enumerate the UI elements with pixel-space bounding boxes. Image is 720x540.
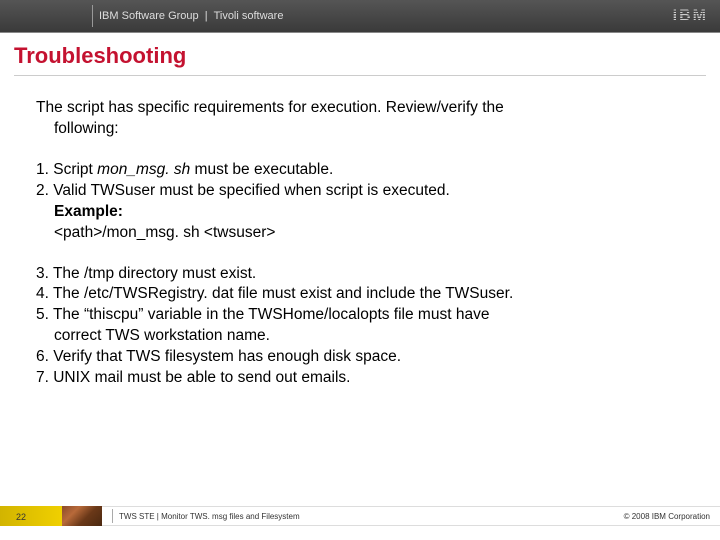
req-5b: correct TWS workstation name. [36,326,684,347]
footer-accent-image [62,506,102,526]
footer-bar: TWS STE | Monitor TWS. msg files and Fil… [0,506,720,526]
content-body: The script has specific requirements for… [0,80,720,389]
req-1-script: mon_msg. sh [97,161,194,178]
req-5a: 5. The “thiscpu” variable in the TWSHome… [36,305,684,326]
ibm-logo-icon: IBM [673,7,708,25]
req-2-example-label: Example: [36,202,684,223]
ibm-logo-text: IBM [673,7,708,25]
footer-copyright: © 2008 IBM Corporation [624,512,710,521]
title-section: Troubleshooting [0,32,720,80]
header-product: Tivoli software [214,10,284,22]
header-bar: IBM Software Group | Tivoli software IBM [0,0,720,32]
req-4: 4. The /etc/TWSRegistry. dat file must e… [36,284,684,305]
req-1-a: 1. Script [36,161,97,178]
footer-left: TWS STE | Monitor TWS. msg files and Fil… [112,509,300,523]
intro-line1: The script has specific requirements for… [36,98,684,119]
header-divider [92,5,93,27]
footer-left-text: TWS STE | Monitor TWS. msg files and Fil… [119,512,300,521]
footer: 22 TWS STE | Monitor TWS. msg files and … [0,494,720,540]
header-left: IBM Software Group | Tivoli software [0,0,283,32]
req-2: 2. Valid TWSuser must be specified when … [36,181,684,202]
intro-line2: following: [36,119,684,140]
header-group-text: IBM Software Group | Tivoli software [99,10,283,22]
intro-paragraph: The script has specific requirements for… [36,98,684,140]
req-1-c: must be executable. [195,161,334,178]
page-number: 22 [16,512,26,522]
req-3: 3. The /tmp directory must exist. [36,264,684,285]
footer-info: TWS STE | Monitor TWS. msg files and Fil… [102,506,720,526]
header-group: IBM Software Group [99,10,199,22]
title-underline [14,75,706,76]
footer-accent-yellow [0,506,62,526]
page-title: Troubleshooting [14,43,706,69]
req-2-example-cmd: <path>/mon_msg. sh <twsuser> [36,223,684,244]
header-sep: | [205,10,208,22]
req-6: 6. Verify that TWS filesystem has enough… [36,347,684,368]
requirements-block-2: 3. The /tmp directory must exist. 4. The… [36,264,684,390]
requirements-block-1: 1. Script mon_msg. sh must be executable… [36,160,684,244]
footer-left-divider [112,509,113,523]
req-1: 1. Script mon_msg. sh must be executable… [36,160,684,181]
req-7: 7. UNIX mail must be able to send out em… [36,368,684,389]
